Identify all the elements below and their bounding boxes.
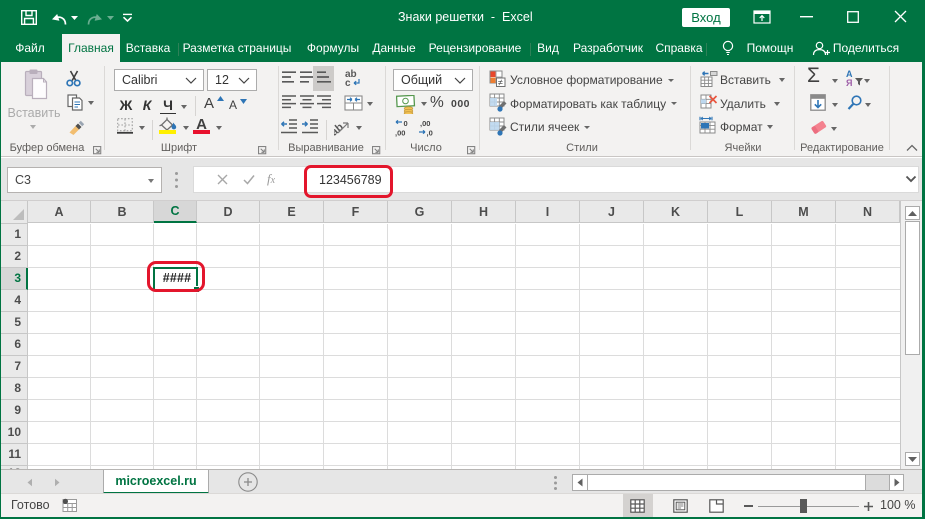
svg-text:,00: ,00 xyxy=(395,129,405,138)
svg-text:c: c xyxy=(345,78,351,87)
svg-text:0: 0 xyxy=(404,119,408,128)
svg-text:≠: ≠ xyxy=(498,78,503,88)
svg-text:Я: Я xyxy=(846,78,852,87)
svg-text:,00: ,00 xyxy=(420,119,430,128)
svg-text:,0: ,0 xyxy=(427,129,433,138)
